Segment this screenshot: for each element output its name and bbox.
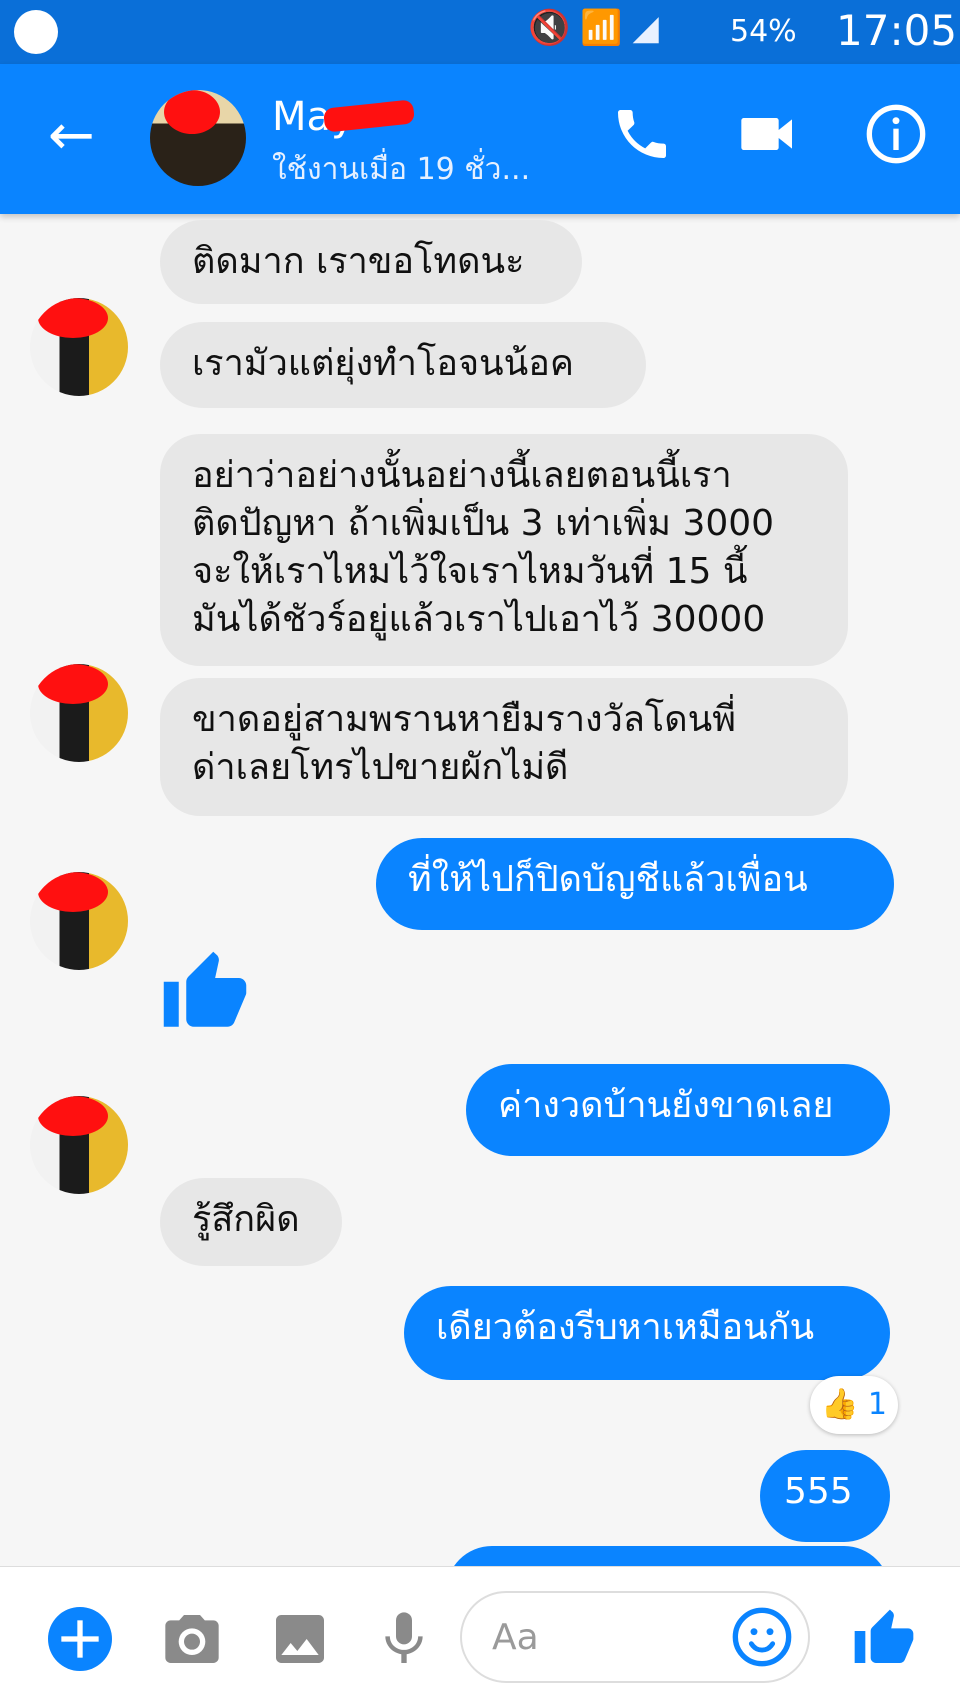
reaction-count: 1 — [867, 1387, 887, 1422]
back-arrow-icon[interactable]: ← — [48, 108, 95, 164]
microphone-icon[interactable] — [372, 1607, 436, 1671]
contact-avatar-small — [30, 664, 128, 762]
navigation-icon — [14, 10, 58, 54]
message-bubble-outgoing[interactable]: 555 — [760, 1450, 890, 1542]
thumbs-up-sticker-icon[interactable] — [160, 946, 250, 1040]
message-bubble-incoming[interactable]: เรามัวแต่ยุ่งทำโอจนน้อค — [160, 322, 646, 408]
phone-icon[interactable] — [610, 102, 674, 166]
message-input[interactable]: Aa — [460, 1591, 810, 1683]
message-bubble-outgoing[interactable]: ที่ให้ไปก็ปิดบัญชีแล้วเพื่อน — [376, 838, 894, 930]
video-call-icon[interactable] — [736, 102, 800, 166]
status-bar: 🔇📶◢ 54% 17:05 — [0, 0, 960, 64]
reaction-badge[interactable]: 👍 1 — [810, 1376, 898, 1434]
contact-avatar-small — [30, 298, 128, 396]
contact-avatar-small — [30, 872, 128, 970]
message-bubble-outgoing[interactable]: เดียวต้องรีบหาเหมือนกัน — [404, 1286, 890, 1380]
message-bubble-incoming[interactable]: อย่าว่าอย่างนั้นอย่างนี้เลยตอนนี้เรา ติด… — [160, 434, 848, 666]
like-button-icon[interactable] — [852, 1607, 916, 1671]
image-gallery-icon[interactable] — [268, 1607, 332, 1671]
message-list[interactable]: ติดมาก เราขอโทดนะ เรามัวแต่ยุ่งทำโอจนน้อ… — [0, 214, 960, 1566]
system-icons: 🔇📶◢ — [528, 8, 669, 48]
clock: 17:05 — [836, 6, 958, 55]
message-bubble-incoming[interactable]: ติดมาก เราขอโทดนะ — [160, 220, 582, 304]
message-input-placeholder: Aa — [492, 1617, 539, 1658]
conversation-header: ← May ใช้งานเมื่อ 19 ชั่ว... — [0, 64, 960, 214]
camera-icon[interactable] — [160, 1607, 224, 1671]
add-icon[interactable] — [48, 1607, 112, 1671]
contact-avatar[interactable] — [150, 90, 246, 186]
message-bubble-outgoing-partial — [446, 1546, 890, 1566]
emoji-icon[interactable] — [730, 1605, 794, 1669]
message-bubble-outgoing[interactable]: ค่างวดบ้านยังขาดเลย — [466, 1064, 890, 1156]
message-bubble-incoming[interactable]: รู้สึกผิด — [160, 1178, 342, 1266]
contact-avatar-small — [30, 1096, 128, 1194]
message-bubble-incoming[interactable]: ขาดอยู่สามพรานหายืมรางวัลโดนพี่ ด่าเลยโท… — [160, 678, 848, 816]
info-icon[interactable] — [864, 102, 928, 166]
composer-bar: Aa — [0, 1566, 960, 1707]
thumbs-up-reaction-icon: 👍 — [821, 1387, 859, 1422]
contact-name[interactable]: May — [272, 94, 416, 140]
battery-level: 54% — [730, 14, 797, 49]
contact-status: ใช้งานเมื่อ 19 ชั่ว... — [272, 152, 531, 187]
